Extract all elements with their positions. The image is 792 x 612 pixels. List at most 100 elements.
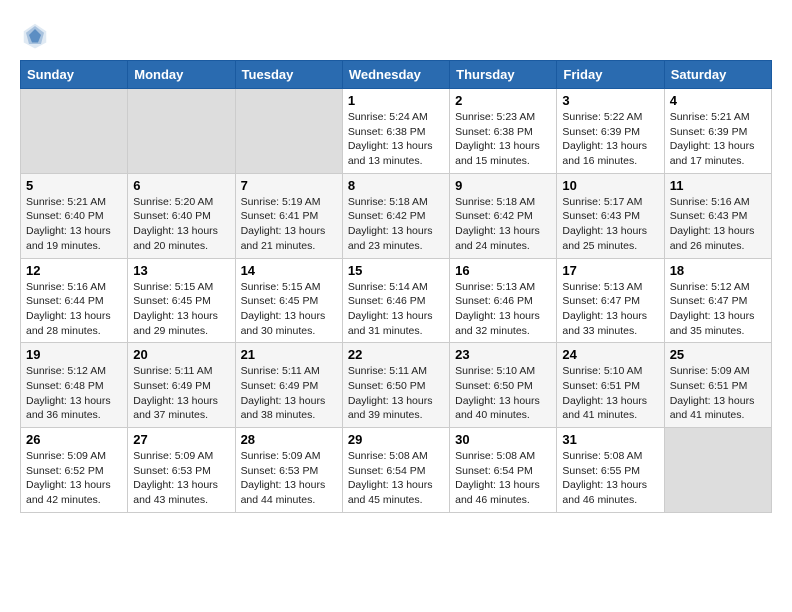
day-number: 15: [348, 263, 444, 278]
calendar-cell: 30Sunrise: 5:08 AM Sunset: 6:54 PM Dayli…: [450, 428, 557, 513]
day-info: Sunrise: 5:09 AM Sunset: 6:53 PM Dayligh…: [241, 449, 337, 508]
day-number: 11: [670, 178, 766, 193]
day-info: Sunrise: 5:13 AM Sunset: 6:46 PM Dayligh…: [455, 280, 551, 339]
calendar-table: SundayMondayTuesdayWednesdayThursdayFrid…: [20, 60, 772, 513]
calendar-cell: [21, 89, 128, 174]
calendar-cell: 20 Sunrise: 5:11 AM Sunset: 6:49 PM Dayli…: [128, 343, 235, 428]
calendar-cell: 8 Sunrise: 5:18 AM Sunset: 6:42 PM Daylig…: [342, 173, 449, 258]
day-info: Sunrise: 5:19 AM Sunset: 6:41 PM Dayligh…: [241, 195, 337, 254]
day-info: Sunrise: 5:22 AM Sunset: 6:39 PM Dayligh…: [562, 110, 658, 169]
day-header-friday: Friday: [557, 61, 664, 89]
calendar-cell: 11 Sunrise: 5:16 AM Sunset: 6:43 PM Dayli…: [664, 173, 771, 258]
calendar-cell: [664, 428, 771, 513]
calendar-cell: 15 Sunrise: 5:14 AM Sunset: 6:46 PM Dayli…: [342, 258, 449, 343]
day-info: Sunrise: 5:20 AM Sunset: 6:40 PM Dayligh…: [133, 195, 229, 254]
day-info: Sunrise: 5:11 AM Sunset: 6:50 PM Dayligh…: [348, 364, 444, 423]
day-info: Sunrise: 5:21 AM Sunset: 6:39 PM Dayligh…: [670, 110, 766, 169]
day-number: 13: [133, 263, 229, 278]
calendar-week-row: 5Sunrise: 5:21 AM Sunset: 6:40 PM Daylig…: [21, 173, 772, 258]
day-number: 3: [562, 93, 658, 108]
day-info: Sunrise: 5:12 AM Sunset: 6:47 PM Dayligh…: [670, 280, 766, 339]
calendar-cell: 25 Sunrise: 5:09 AM Sunset: 6:51 PM Dayli…: [664, 343, 771, 428]
day-info: Sunrise: 5:16 AM Sunset: 6:43 PM Dayligh…: [670, 195, 766, 254]
day-number: 14: [241, 263, 337, 278]
day-number: 25: [670, 347, 766, 362]
day-info: Sunrise: 5:09 AM Sunset: 6:51 PM Dayligh…: [670, 364, 766, 423]
day-number: 6: [133, 178, 229, 193]
day-info: Sunrise: 5:16 AM Sunset: 6:44 PM Dayligh…: [26, 280, 122, 339]
day-header-saturday: Saturday: [664, 61, 771, 89]
calendar-cell: 24 Sunrise: 5:10 AM Sunset: 6:51 PM Dayli…: [557, 343, 664, 428]
day-number: 27: [133, 432, 229, 447]
day-number: 24: [562, 347, 658, 362]
logo-icon: [20, 20, 50, 50]
calendar-cell: 5Sunrise: 5:21 AM Sunset: 6:40 PM Daylig…: [21, 173, 128, 258]
day-info: Sunrise: 5:12 AM Sunset: 6:48 PM Dayligh…: [26, 364, 122, 423]
day-info: Sunrise: 5:09 AM Sunset: 6:52 PM Dayligh…: [26, 449, 122, 508]
calendar-cell: 19 Sunrise: 5:12 AM Sunset: 6:48 PM Dayli…: [21, 343, 128, 428]
calendar-cell: 31 Sunrise: 5:08 AM Sunset: 6:55 PM Dayli…: [557, 428, 664, 513]
day-number: 4: [670, 93, 766, 108]
calendar-cell: 6 Sunrise: 5:20 AM Sunset: 6:40 PM Daylig…: [128, 173, 235, 258]
calendar-cell: 9 Sunrise: 5:18 AM Sunset: 6:42 PM Daylig…: [450, 173, 557, 258]
day-info: Sunrise: 5:08 AM Sunset: 6:55 PM Dayligh…: [562, 449, 658, 508]
day-info: Sunrise: 5:21 AM Sunset: 6:40 PM Dayligh…: [26, 195, 122, 254]
day-number: 9: [455, 178, 551, 193]
day-number: 22: [348, 347, 444, 362]
day-info: Sunrise: 5:11 AM Sunset: 6:49 PM Dayligh…: [133, 364, 229, 423]
calendar-cell: 13 Sunrise: 5:15 AM Sunset: 6:45 PM Dayli…: [128, 258, 235, 343]
day-number: 18: [670, 263, 766, 278]
day-number: 23: [455, 347, 551, 362]
day-number: 19: [26, 347, 122, 362]
day-number: 12: [26, 263, 122, 278]
calendar-cell: 1Sunrise: 5:24 AM Sunset: 6:38 PM Daylig…: [342, 89, 449, 174]
calendar-week-row: 1Sunrise: 5:24 AM Sunset: 6:38 PM Daylig…: [21, 89, 772, 174]
day-number: 26: [26, 432, 122, 447]
calendar-cell: 26 Sunrise: 5:09 AM Sunset: 6:52 PM Dayli…: [21, 428, 128, 513]
calendar-cell: 7 Sunrise: 5:19 AM Sunset: 6:41 PM Daylig…: [235, 173, 342, 258]
calendar-cell: 17 Sunrise: 5:13 AM Sunset: 6:47 PM Dayli…: [557, 258, 664, 343]
day-info: Sunrise: 5:10 AM Sunset: 6:50 PM Dayligh…: [455, 364, 551, 423]
calendar-cell: [235, 89, 342, 174]
day-number: 1: [348, 93, 444, 108]
day-info: Sunrise: 5:11 AM Sunset: 6:49 PM Dayligh…: [241, 364, 337, 423]
day-number: 7: [241, 178, 337, 193]
calendar-week-row: 26 Sunrise: 5:09 AM Sunset: 6:52 PM Dayli…: [21, 428, 772, 513]
calendar-cell: 3 Sunrise: 5:22 AM Sunset: 6:39 PM Daylig…: [557, 89, 664, 174]
day-info: Sunrise: 5:09 AM Sunset: 6:53 PM Dayligh…: [133, 449, 229, 508]
calendar-cell: 14Sunrise: 5:15 AM Sunset: 6:45 PM Dayli…: [235, 258, 342, 343]
day-info: Sunrise: 5:10 AM Sunset: 6:51 PM Dayligh…: [562, 364, 658, 423]
calendar-cell: 4 Sunrise: 5:21 AM Sunset: 6:39 PM Daylig…: [664, 89, 771, 174]
day-number: 28: [241, 432, 337, 447]
calendar-cell: 23 Sunrise: 5:10 AM Sunset: 6:50 PM Dayli…: [450, 343, 557, 428]
day-header-thursday: Thursday: [450, 61, 557, 89]
calendar-cell: 27 Sunrise: 5:09 AM Sunset: 6:53 PM Dayli…: [128, 428, 235, 513]
day-info: Sunrise: 5:08 AM Sunset: 6:54 PM Dayligh…: [348, 449, 444, 508]
calendar-cell: 2Sunrise: 5:23 AM Sunset: 6:38 PM Daylig…: [450, 89, 557, 174]
calendar-cell: 10Sunrise: 5:17 AM Sunset: 6:43 PM Dayli…: [557, 173, 664, 258]
day-number: 17: [562, 263, 658, 278]
day-number: 31: [562, 432, 658, 447]
day-info: Sunrise: 5:18 AM Sunset: 6:42 PM Dayligh…: [455, 195, 551, 254]
day-number: 2: [455, 93, 551, 108]
day-info: Sunrise: 5:13 AM Sunset: 6:47 PM Dayligh…: [562, 280, 658, 339]
day-info: Sunrise: 5:14 AM Sunset: 6:46 PM Dayligh…: [348, 280, 444, 339]
day-info: Sunrise: 5:17 AM Sunset: 6:43 PM Dayligh…: [562, 195, 658, 254]
day-header-sunday: Sunday: [21, 61, 128, 89]
calendar-week-row: 12 Sunrise: 5:16 AM Sunset: 6:44 PM Dayli…: [21, 258, 772, 343]
day-number: 29: [348, 432, 444, 447]
day-header-monday: Monday: [128, 61, 235, 89]
day-number: 30: [455, 432, 551, 447]
day-header-tuesday: Tuesday: [235, 61, 342, 89]
day-number: 20: [133, 347, 229, 362]
logo: [20, 20, 54, 50]
day-header-wednesday: Wednesday: [342, 61, 449, 89]
calendar-cell: 12 Sunrise: 5:16 AM Sunset: 6:44 PM Dayli…: [21, 258, 128, 343]
calendar-week-row: 19 Sunrise: 5:12 AM Sunset: 6:48 PM Dayli…: [21, 343, 772, 428]
day-info: Sunrise: 5:18 AM Sunset: 6:42 PM Dayligh…: [348, 195, 444, 254]
day-info: Sunrise: 5:15 AM Sunset: 6:45 PM Dayligh…: [133, 280, 229, 339]
calendar-cell: 29 Sunrise: 5:08 AM Sunset: 6:54 PM Dayli…: [342, 428, 449, 513]
calendar-cell: 28 Sunrise: 5:09 AM Sunset: 6:53 PM Dayli…: [235, 428, 342, 513]
day-number: 16: [455, 263, 551, 278]
day-number: 8: [348, 178, 444, 193]
